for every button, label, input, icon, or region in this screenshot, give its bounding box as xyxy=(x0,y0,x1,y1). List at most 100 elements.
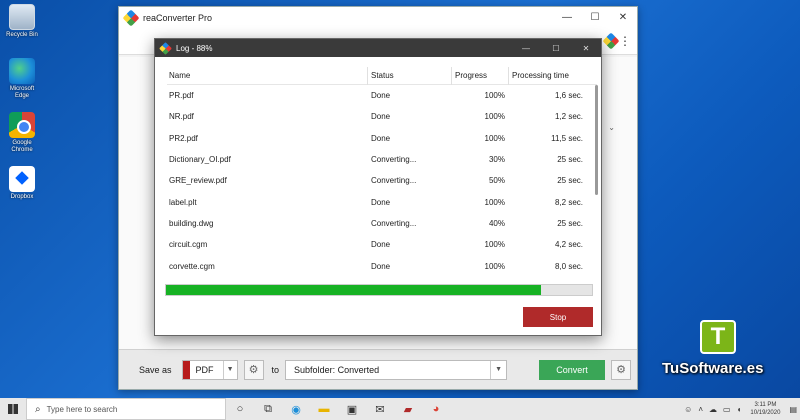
progress-cell: 30% xyxy=(488,155,505,165)
processing-time-cell: 1,6 sec. xyxy=(554,91,583,101)
desktop-icon-chrome[interactable]: Google Chrome xyxy=(4,112,40,154)
app-titlebar: reaConverter Pro — ☐ ✕ xyxy=(119,7,637,29)
search-placeholder: Type here to search xyxy=(46,404,118,414)
column-dropdown-icon[interactable]: ⌄ xyxy=(608,123,615,132)
log-table-row[interactable]: label.plt Done 100% 8,2 sec. xyxy=(167,191,597,212)
mail-icon[interactable]: ✉ xyxy=(366,403,394,416)
edge-icon xyxy=(9,58,35,84)
processing-time-cell: 25 sec. xyxy=(557,176,583,186)
save-bar: Save as PDF ▼ ⚙ to Subfolder: Converted … xyxy=(119,349,637,389)
progress-cell: 50% xyxy=(488,176,505,186)
destination-select[interactable]: Subfolder: Converted ▼ xyxy=(285,359,508,380)
notifications-icon[interactable]: ▤ xyxy=(789,405,797,414)
system-tray: ☺ ˄ ☁ ▭ ◖ 3:11 PM 10/19/2020 ▤ xyxy=(681,401,800,417)
status-cell: Done xyxy=(371,261,391,271)
progress-cell: 100% xyxy=(484,261,505,271)
convert-button[interactable]: Convert xyxy=(539,359,606,380)
progress-cell: 100% xyxy=(484,112,505,122)
progress-cell: 100% xyxy=(484,133,505,143)
format-select[interactable]: PDF ▼ xyxy=(181,359,238,380)
save-as-label: Save as xyxy=(139,364,172,375)
task-view-icon[interactable]: ⧉ xyxy=(254,403,282,416)
log-close-button[interactable]: ✕ xyxy=(571,44,601,53)
more-options-icon[interactable]: ⋮ xyxy=(619,34,631,48)
overall-progress-fill xyxy=(166,285,541,295)
column-header-name[interactable]: Name xyxy=(167,66,368,85)
onedrive-icon[interactable]: ☁ xyxy=(709,405,717,414)
log-maximize-button[interactable]: ☐ xyxy=(541,44,571,53)
window-controls: — ☐ ✕ xyxy=(553,7,637,29)
cortana-icon[interactable]: ○ xyxy=(226,403,254,415)
log-scrollbar[interactable] xyxy=(595,85,598,195)
log-table-row[interactable]: GRE_review.pdf Converting... 50% 25 sec. xyxy=(167,170,597,191)
log-table-row[interactable]: NR.pdf Done 100% 1,2 sec. xyxy=(167,106,597,127)
stop-button[interactable]: Stop xyxy=(523,307,593,327)
file-name-cell: circuit.cgm xyxy=(169,240,208,250)
log-table-row[interactable]: Dictionary_OI.pdf Converting... 30% 25 sec. xyxy=(167,149,597,170)
overall-progress-bar xyxy=(165,284,593,296)
status-cell: Done xyxy=(371,133,391,143)
edge-taskbar-icon[interactable]: ◉ xyxy=(282,403,310,416)
log-table-row[interactable]: circuit.cgm Done 100% 4,2 sec. xyxy=(167,234,597,255)
progress-cell: 100% xyxy=(484,197,505,207)
store-icon[interactable]: ▣ xyxy=(338,403,366,416)
network-icon[interactable]: ▭ xyxy=(723,405,731,414)
column-header-status[interactable]: Status xyxy=(368,66,452,85)
clock-time: 3:11 PM xyxy=(754,402,777,408)
file-name-cell: label.plt xyxy=(169,197,197,207)
processing-time-cell: 8,2 sec. xyxy=(554,197,583,207)
volume-icon[interactable]: ◖ xyxy=(737,405,742,414)
file-name-cell: building.dwg xyxy=(169,218,214,228)
status-cell: Done xyxy=(371,112,391,122)
file-name-cell: PR.pdf xyxy=(169,91,194,101)
desktop-icon-edge[interactable]: Microsoft Edge xyxy=(4,58,40,100)
dropbox-icon xyxy=(9,166,35,192)
people-icon[interactable]: ☺ xyxy=(684,405,692,414)
column-header-progress[interactable]: Progress xyxy=(452,66,509,85)
desktop-icon-label: Microsoft Edge xyxy=(9,86,35,99)
processing-time-cell: 11,5 sec. xyxy=(551,133,583,143)
file-explorer-icon[interactable]: ▬ xyxy=(310,403,338,415)
log-table-row[interactable]: corvette.cgm Done 100% 8,0 sec. xyxy=(167,255,597,276)
desktop-icon-dropbox[interactable]: Dropbox xyxy=(4,166,40,201)
gear-icon: ⚙ xyxy=(616,363,626,376)
taskbar-search[interactable]: ⌕ Type here to search xyxy=(26,398,226,420)
file-name-cell: Dictionary_OI.pdf xyxy=(169,155,231,165)
start-button[interactable] xyxy=(0,398,26,420)
minimize-button[interactable]: — xyxy=(553,7,581,29)
format-settings-button[interactable]: ⚙ xyxy=(243,359,264,380)
processing-time-cell: 25 sec. xyxy=(557,155,583,165)
processing-time-cell: 1,2 sec. xyxy=(554,112,583,122)
progress-cell: 100% xyxy=(484,91,505,101)
desktop-icon-label: Google Chrome xyxy=(11,140,33,153)
log-table-header: Name Status Progress Processing time xyxy=(167,66,597,85)
file-name-cell: corvette.cgm xyxy=(169,261,215,271)
log-table-row[interactable]: PR2.pdf Done 100% 11,5 sec. xyxy=(167,128,597,149)
search-icon: ⌕ xyxy=(35,403,41,415)
log-table: Name Status Progress Processing time PR.… xyxy=(167,66,597,277)
file-name-cell: GRE_review.pdf xyxy=(169,176,227,186)
destination-value: Subfolder: Converted xyxy=(294,364,380,375)
maximize-button[interactable]: ☐ xyxy=(581,7,609,29)
recycle-bin-icon xyxy=(9,4,35,30)
tray-overflow-icon[interactable]: ˄ xyxy=(698,405,703,414)
desktop-icon-recycle-bin[interactable]: Recycle Bin xyxy=(4,4,40,39)
clock[interactable]: 3:11 PM 10/19/2020 xyxy=(750,401,780,417)
chrome-taskbar-icon[interactable]: ◕ xyxy=(422,403,450,415)
app-title: reaConverter Pro xyxy=(143,13,213,23)
processing-time-cell: 8,0 sec. xyxy=(554,261,583,271)
log-table-row[interactable]: building.dwg Converting... 40% 25 sec. xyxy=(167,213,597,234)
file-name-cell: NR.pdf xyxy=(169,112,194,122)
log-table-row[interactable]: PR.pdf Done 100% 1,6 sec. xyxy=(167,85,597,106)
log-minimize-button[interactable]: — xyxy=(511,44,541,53)
column-header-processing-time[interactable]: Processing time xyxy=(509,67,593,85)
log-title: Log - 88% xyxy=(176,43,213,53)
close-button[interactable]: ✕ xyxy=(609,7,637,29)
reaconverter-taskbar-icon[interactable]: ▰ xyxy=(394,403,422,416)
status-cell: Converting... xyxy=(371,176,417,186)
processing-time-cell: 25 sec. xyxy=(557,218,583,228)
app-logo-icon xyxy=(602,32,620,50)
chevron-down-icon: ▼ xyxy=(222,360,237,379)
convert-settings-button[interactable]: ⚙ xyxy=(611,359,632,380)
gear-icon: ⚙ xyxy=(248,363,259,376)
